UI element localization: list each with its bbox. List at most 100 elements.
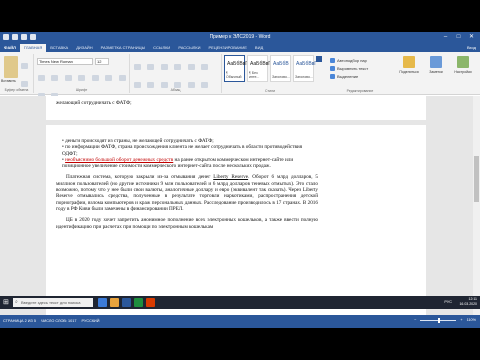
previous-page: желающий сотрудничать с ФАТФ;: [46, 96, 426, 120]
tab-design[interactable]: ДИЗАЙН: [72, 44, 96, 52]
bold-icon[interactable]: [38, 75, 45, 81]
styles-more-icon[interactable]: [316, 56, 322, 62]
windows-taskbar: ⊞ ⌕ Введите здесь текст для поиска 12:11…: [0, 296, 480, 309]
find-button[interactable]: Автоподбор пар: [330, 56, 390, 64]
multilevel-list-icon[interactable]: [160, 64, 168, 70]
signin-link[interactable]: Вход: [467, 43, 476, 52]
edge-icon[interactable]: [98, 298, 107, 307]
copy-icon[interactable]: [21, 81, 28, 87]
cut-icon[interactable]: [21, 63, 28, 69]
taskbar-search-input[interactable]: ⌕ Введите здесь текст для поиска: [13, 298, 93, 307]
paragraph-1: Платежная система, которую закрыли из-за…: [56, 174, 318, 212]
status-bar: СТРАНИЦА 2 ИЗ 5 ЧИСЛО СЛОВ: 1017 РУССКИЙ…: [0, 315, 480, 328]
document-area[interactable]: желающий сотрудничать с ФАТФ; • деньги п…: [0, 96, 480, 315]
decrease-indent-icon[interactable]: [174, 64, 182, 70]
style-normal[interactable]: АаБбВвГ ¶ Обычный: [224, 55, 249, 82]
strikethrough-icon[interactable]: [78, 75, 86, 81]
settings-button[interactable]: Настройки: [450, 56, 476, 74]
font-name-select[interactable]: Times New Roman: [37, 58, 93, 65]
word-icon[interactable]: [122, 298, 131, 307]
input-language[interactable]: РУС: [444, 300, 452, 304]
italic-icon[interactable]: [51, 75, 59, 81]
tab-references[interactable]: ССЫЛКИ: [149, 44, 174, 52]
word-window: Пример к ЭЛС2019 - Word – □ ✕ ФАЙЛ ГЛАВН…: [0, 32, 480, 328]
close-button[interactable]: ✕: [465, 32, 478, 43]
zoom-in-icon[interactable]: +: [460, 318, 462, 322]
select-icon: [330, 73, 335, 79]
style-sample: АаБбВвГ: [227, 61, 249, 67]
tab-home[interactable]: ГЛАВНАЯ: [19, 44, 47, 52]
share-button[interactable]: Поделиться: [396, 56, 422, 74]
share-icon: [403, 56, 415, 68]
tab-file[interactable]: ФАЙЛ: [0, 44, 20, 52]
style-sample: АаБбВвГ: [250, 61, 272, 67]
sort-icon[interactable]: [201, 64, 209, 70]
replace-icon: [330, 65, 335, 71]
paste-icon[interactable]: [4, 56, 18, 78]
replace-button[interactable]: Выровнять текст: [330, 64, 390, 72]
notes-label: Заметки: [429, 70, 443, 74]
tab-mailings[interactable]: РАССЫЛКИ: [174, 44, 204, 52]
zoom-out-icon[interactable]: −: [414, 318, 416, 322]
editing-group-label: Редактирование: [346, 89, 374, 93]
settings-label: Настройки: [454, 70, 472, 74]
tab-review[interactable]: РЕЦЕНЗИРОВАНИЕ: [204, 44, 250, 52]
bullets-icon[interactable]: [134, 64, 141, 70]
zoom-level[interactable]: 110%: [467, 318, 476, 322]
style-heading-2[interactable]: АаБбВвГ Заголово...: [293, 55, 318, 82]
style-name: ¶ Обычный: [226, 71, 242, 79]
windows-start-icon[interactable]: ⊞: [3, 299, 10, 306]
zoom-knob[interactable]: [438, 317, 441, 323]
explorer-icon[interactable]: [110, 298, 119, 307]
maximize-button[interactable]: □: [452, 32, 465, 43]
style-sample: АаБбВвГ: [296, 61, 318, 67]
underline-icon[interactable]: [64, 75, 72, 81]
tab-view[interactable]: ВИД: [251, 44, 267, 52]
tab-layout[interactable]: РАЗМЕТКА СТРАНИЦЫ: [97, 44, 150, 52]
paragraph-group: Абзац: [130, 54, 222, 106]
find-icon: [330, 57, 335, 63]
share-label: Поделиться: [399, 70, 419, 74]
status-left: СТРАНИЦА 2 ИЗ 5 ЧИСЛО СЛОВ: 1017 РУССКИЙ: [3, 319, 100, 323]
select-label: Выделение: [337, 73, 359, 79]
ribbon-tabs: ФАЙЛ ГЛАВНАЯ ВСТАВКА ДИЗАЙН РАЗМЕТКА СТР…: [0, 43, 480, 52]
notes-button[interactable]: Заметки: [423, 56, 449, 74]
paragraph-2: ЦБ в 2020 году хочет запретить анонимное…: [56, 217, 318, 230]
superscript-icon[interactable]: [105, 75, 113, 81]
bullet-red-text: необъяснимо большой оборот денежных сред…: [65, 156, 174, 163]
excel-icon[interactable]: [134, 298, 143, 307]
vertical-scrollbar[interactable]: [473, 96, 480, 315]
style-name: Заголово...: [272, 75, 290, 79]
text-effects-icon[interactable]: [118, 75, 126, 81]
increase-indent-icon[interactable]: [187, 64, 195, 70]
style-sample: АаБбВ: [273, 61, 289, 67]
subscript-icon[interactable]: [91, 75, 99, 81]
system-tray[interactable]: 12:11 16.03.2020: [459, 297, 477, 307]
bullet-text: по информации ФАТФ, страна происхождения…: [62, 144, 303, 157]
paste-label: Вставить: [1, 79, 16, 83]
page-indicator[interactable]: СТРАНИЦА 2 ИЗ 5: [3, 319, 36, 323]
liberty-reserve-link: Liberty Reserve: [213, 174, 249, 181]
style-heading-1[interactable]: АаБбВ Заголово...: [270, 55, 291, 82]
zoom-slider[interactable]: [420, 317, 457, 323]
style-no-spacing[interactable]: АаБбВвГ ¶ Без инте...: [247, 55, 272, 82]
search-placeholder: Введите здесь текст для поиска: [21, 300, 81, 305]
notes-icon: [430, 56, 442, 68]
bullet-3: • необъяснимо большой оборот денежных ср…: [62, 156, 294, 170]
numbering-icon[interactable]: [147, 64, 155, 70]
language-indicator[interactable]: РУССКИЙ: [82, 319, 100, 323]
clock-date: 16.03.2020: [459, 302, 477, 306]
search-icon: ⌕: [15, 299, 18, 305]
clipboard-group-label: Буфер обмена: [4, 88, 29, 92]
minimize-button[interactable]: –: [439, 32, 452, 43]
font-size-select[interactable]: 12: [95, 58, 109, 65]
paragraph-group-label: Абзац: [170, 88, 181, 92]
window-title: Пример к ЭЛС2019 - Word: [209, 34, 271, 40]
tab-insert[interactable]: ВСТАВКА: [46, 44, 72, 52]
scrollbar-thumb[interactable]: [474, 156, 479, 202]
word-count[interactable]: ЧИСЛО СЛОВ: 1017: [41, 319, 77, 323]
current-page[interactable]: • деньги происходят из страны, не желающ…: [46, 125, 426, 315]
taskbar-apps: [98, 298, 155, 307]
select-button[interactable]: Выделение: [330, 72, 390, 80]
powerpoint-icon[interactable]: [146, 298, 155, 307]
